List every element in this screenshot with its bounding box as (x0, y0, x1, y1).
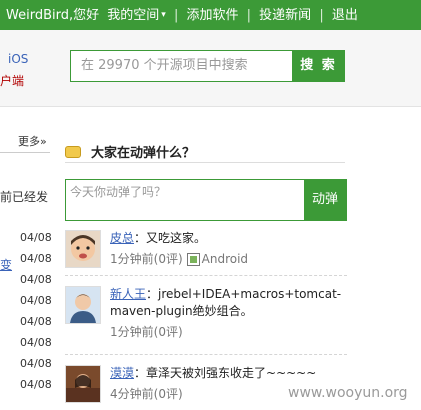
avatar[interactable] (65, 230, 101, 268)
my-space-menu[interactable]: 我的空间 ▾ (107, 0, 166, 30)
search-button[interactable]: 搜 索 (292, 50, 345, 82)
tweet-compose: 今天你动弹了吗？ 动弹 (65, 179, 347, 221)
tweet-feed: 皮总：又吃这家。 1分钟前(0评) Android 新人王：jrebel+IDEA… (65, 230, 347, 410)
divider (65, 162, 345, 163)
android-icon (186, 253, 200, 266)
tweet-user-link[interactable]: 漠漠 (110, 366, 134, 380)
greeting-text: ,您好 (68, 7, 100, 23)
tweet-user-link[interactable]: 皮总 (110, 231, 134, 245)
ios-link[interactable]: iOS (8, 52, 28, 66)
news-date: 04/08 (20, 294, 52, 307)
tweet-time[interactable]: 1分钟前(0评) (110, 324, 346, 341)
news-date: 04/08 (20, 357, 52, 370)
chevron-down-icon: ▾ (161, 10, 166, 20)
news-dates-list: 04/08 04/08 04/08 04/08 04/08 04/08 04/0… (20, 232, 52, 400)
avatar[interactable] (65, 286, 101, 324)
section-title-text: 大家在动弹什么？ (91, 146, 196, 161)
nav-separator: | (173, 7, 179, 23)
logout-link[interactable]: 退出 (332, 1, 358, 31)
news-date: 04/08 (20, 252, 52, 265)
news-date: 04/08 (20, 231, 52, 244)
tweet-text: ：章泽天被刘强东收走了~~~~~ (134, 366, 317, 380)
post-tweet-button[interactable]: 动弹 (304, 180, 346, 220)
project-search: 在 29970 个开源项目中搜索 搜 索 (70, 50, 345, 82)
tweet-text: ：又吃这家。 (134, 231, 207, 245)
list-item: 皮总：又吃这家。 1分钟前(0评) Android (65, 230, 347, 276)
nav-separator: | (246, 7, 252, 23)
chat-bubble-icon (65, 146, 81, 158)
truncated-news-link[interactable]: 变 (0, 256, 12, 273)
tweet-user-link[interactable]: 新人王 (110, 287, 146, 301)
news-date: 04/08 (20, 336, 52, 349)
avatar[interactable] (65, 365, 101, 403)
top-nav-bar: WeirdBird,您好 我的空间 ▾ | 添加软件 | 投递新闻 | 退出 (0, 0, 421, 30)
my-space-label: 我的空间 (107, 7, 160, 23)
client-link[interactable]: 户端 (0, 72, 24, 89)
tweet-client: Android (201, 252, 249, 266)
search-input[interactable]: 在 29970 个开源项目中搜索 (70, 50, 302, 82)
watermark: www.wooyun.org (288, 385, 408, 401)
news-date: 04/08 (20, 378, 52, 391)
username-link[interactable]: WeirdBird (6, 1, 69, 31)
tweet-time[interactable]: 1分钟前(0评) (110, 252, 183, 266)
more-link[interactable]: 更多» (18, 133, 47, 149)
news-date: 04/08 (20, 273, 52, 286)
section-title: 大家在动弹什么？ (65, 142, 345, 161)
add-software-link[interactable]: 添加软件 (186, 1, 238, 31)
submit-news-link[interactable]: 投递新闻 (259, 1, 311, 31)
truncated-news-text: 前已经发 (0, 190, 49, 204)
tweet-input[interactable]: 今天你动弹了吗？ (70, 183, 166, 200)
list-item: 新人王：jrebel+IDEA+macros+tomcat-maven-plug… (65, 286, 347, 355)
tweet-body: 皮总：又吃这家。 1分钟前(0评) Android (110, 230, 346, 268)
divider (0, 152, 50, 153)
tweet-body: 新人王：jrebel+IDEA+macros+tomcat-maven-plug… (110, 286, 346, 341)
nav-separator: | (319, 7, 324, 23)
header-band: iOS 户端 在 29970 个开源项目中搜索 搜 索 (0, 30, 421, 107)
news-date: 04/08 (20, 315, 52, 328)
